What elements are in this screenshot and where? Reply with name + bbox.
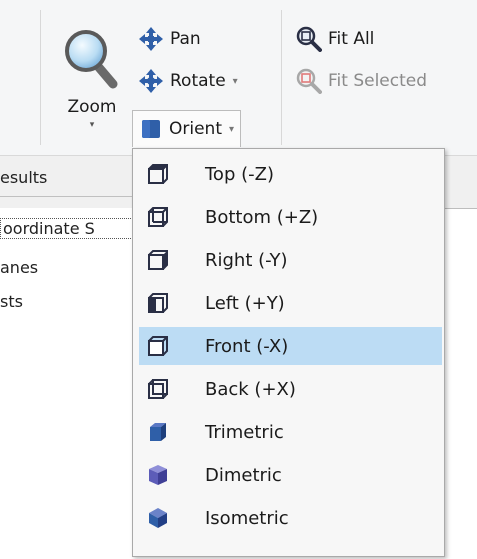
chevron-down-icon: ▾ — [89, 120, 95, 130]
menu-item-dimetric[interactable]: Dimetric — [139, 456, 442, 494]
menu-item-label: Back (+X) — [205, 378, 296, 400]
menu-item-label: Left (+Y) — [205, 292, 285, 314]
fit-selected-label: Fit Selected — [328, 71, 428, 91]
cube-bottom-icon — [148, 207, 168, 227]
menu-item-label: Top (-Z) — [205, 163, 274, 185]
model-tree: oordinate S anes sts — [0, 208, 141, 559]
menu-item-trimetric[interactable]: Trimetric — [139, 413, 442, 451]
cube-front-icon — [148, 336, 168, 356]
menu-item-front[interactable]: Front (-X) — [139, 327, 442, 365]
menu-item-label: Bottom (+Z) — [205, 206, 319, 228]
zoom-fit-selected-icon — [296, 68, 322, 94]
menu-item-isometric[interactable]: Isometric — [139, 499, 442, 537]
ribbon-toolbar: Zoom ▾ Pan Rotate ▾ Orient ▾ Fit All Fit… — [0, 0, 477, 156]
pan-button[interactable]: Pan — [138, 24, 201, 54]
menu-item-bottom[interactable]: Bottom (+Z) — [139, 198, 442, 236]
tab-results[interactable]: esults — [0, 168, 47, 187]
divider — [0, 196, 135, 197]
cube-icon — [142, 120, 160, 138]
menu-item-label: Trimetric — [205, 421, 284, 443]
menu-item-label: Front (-X) — [205, 335, 289, 357]
menu-item-right[interactable]: Right (-Y) — [139, 241, 442, 279]
tree-item[interactable]: oordinate S — [0, 218, 141, 239]
chevron-down-icon: ▾ — [232, 75, 238, 87]
zoom-fit-icon — [296, 26, 322, 52]
orient-dropdown-menu: Top (-Z) Bottom (+Z) Right (-Y) Left (+Y… — [132, 148, 445, 557]
rotate-label: Rotate — [170, 71, 226, 91]
fit-all-label: Fit All — [328, 29, 375, 49]
cube-top-icon — [148, 164, 168, 184]
chevron-down-icon: ▾ — [229, 123, 235, 135]
magnifier-icon — [63, 28, 119, 96]
menu-item-left[interactable]: Left (+Y) — [139, 284, 442, 322]
cube-right-icon — [148, 250, 168, 270]
rotate-button[interactable]: Rotate ▾ — [138, 66, 238, 96]
tree-item[interactable]: anes — [0, 258, 135, 277]
menu-item-top[interactable]: Top (-Z) — [139, 155, 442, 193]
cube-back-icon — [148, 379, 168, 399]
tree-item[interactable]: sts — [0, 292, 135, 311]
menu-item-label: Right (-Y) — [205, 249, 288, 271]
menu-item-back[interactable]: Back (+X) — [139, 370, 442, 408]
ribbon-separator — [281, 10, 282, 145]
fit-selected-button[interactable]: Fit Selected — [296, 66, 427, 96]
zoom-label: Zoom — [67, 97, 117, 117]
cube-trimetric-icon — [150, 423, 166, 441]
cube-isometric-icon — [149, 508, 167, 528]
cube-dimetric-icon — [149, 465, 167, 485]
cube-left-icon — [148, 293, 168, 313]
ribbon-separator — [40, 10, 41, 145]
zoom-button[interactable]: Zoom ▾ — [55, 22, 129, 147]
menu-item-label: Isometric — [205, 507, 289, 529]
pan-arrows-icon — [139, 27, 163, 51]
rotate-arrows-icon — [139, 69, 163, 93]
menu-item-label: Dimetric — [205, 464, 282, 486]
orient-button[interactable]: Orient ▾ — [132, 110, 242, 147]
orient-label: Orient — [169, 119, 222, 139]
pan-label: Pan — [170, 29, 201, 49]
fit-all-button[interactable]: Fit All — [296, 24, 374, 54]
